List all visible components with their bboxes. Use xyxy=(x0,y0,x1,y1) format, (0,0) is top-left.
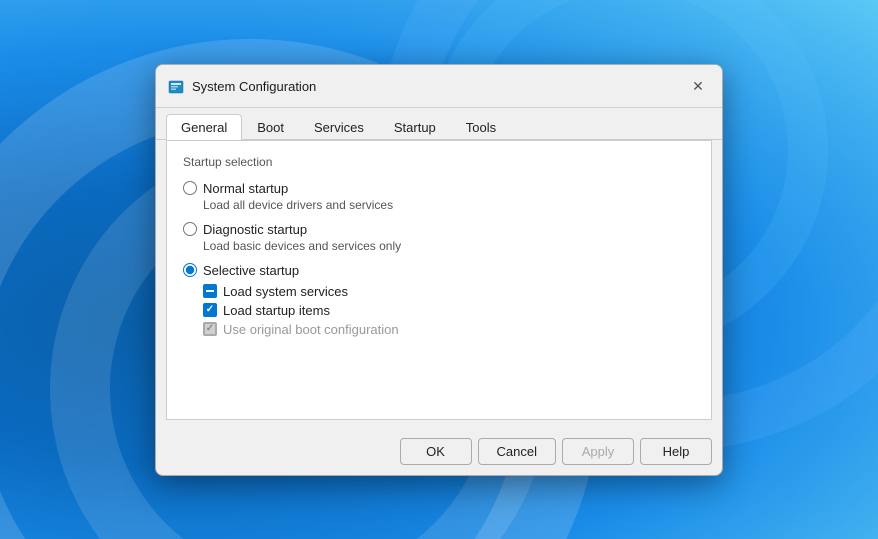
tab-startup[interactable]: Startup xyxy=(379,114,451,140)
help-button[interactable]: Help xyxy=(640,438,712,465)
dialog-icon xyxy=(168,79,184,95)
button-bar: OK Cancel Apply Help xyxy=(156,430,722,475)
load-startup-items-checkbox[interactable] xyxy=(203,303,217,317)
selective-children: Load system services Load startup items … xyxy=(203,284,695,337)
diagnostic-startup-radio[interactable] xyxy=(183,222,197,236)
close-button[interactable]: ✕ xyxy=(686,75,710,99)
titlebar-left: System Configuration xyxy=(168,79,316,95)
diagnostic-startup-row: Diagnostic startup xyxy=(183,222,695,237)
load-startup-items-row: Load startup items xyxy=(203,303,695,318)
dialog-overlay: System Configuration ✕ General Boot Serv… xyxy=(0,0,878,539)
use-original-boot-label: Use original boot configuration xyxy=(223,322,399,337)
selective-startup-row: Selective startup xyxy=(183,263,695,278)
load-system-services-label: Load system services xyxy=(223,284,348,299)
normal-startup-row: Normal startup xyxy=(183,181,695,196)
selective-startup-radio[interactable] xyxy=(183,263,197,277)
selective-startup-label: Selective startup xyxy=(203,263,299,278)
tab-bar: General Boot Services Startup Tools xyxy=(156,108,722,140)
use-original-boot-checkbox xyxy=(203,322,217,336)
load-startup-items-label: Load startup items xyxy=(223,303,330,318)
dialog-title: System Configuration xyxy=(192,79,316,94)
ok-button[interactable]: OK xyxy=(400,438,472,465)
use-original-boot-row: Use original boot configuration xyxy=(203,322,695,337)
normal-startup-option: Normal startup Load all device drivers a… xyxy=(183,181,695,212)
tab-general[interactable]: General xyxy=(166,114,242,140)
tab-tools[interactable]: Tools xyxy=(451,114,511,140)
cancel-button[interactable]: Cancel xyxy=(478,438,556,465)
system-configuration-dialog: System Configuration ✕ General Boot Serv… xyxy=(155,64,723,476)
normal-startup-label: Normal startup xyxy=(203,181,288,196)
diagnostic-startup-label: Diagnostic startup xyxy=(203,222,307,237)
normal-startup-desc: Load all device drivers and services xyxy=(203,198,695,212)
load-system-services-row: Load system services xyxy=(203,284,695,299)
tab-services[interactable]: Services xyxy=(299,114,379,140)
tab-content: Startup selection Normal startup Load al… xyxy=(166,140,712,420)
load-system-services-checkbox[interactable] xyxy=(203,284,217,298)
startup-selection-group: Normal startup Load all device drivers a… xyxy=(183,181,695,347)
diagnostic-startup-option: Diagnostic startup Load basic devices an… xyxy=(183,222,695,253)
tab-boot[interactable]: Boot xyxy=(242,114,299,140)
normal-startup-radio[interactable] xyxy=(183,181,197,195)
titlebar: System Configuration ✕ xyxy=(156,65,722,108)
selective-startup-option: Selective startup Load system services L… xyxy=(183,263,695,337)
diagnostic-startup-desc: Load basic devices and services only xyxy=(203,239,695,253)
apply-button[interactable]: Apply xyxy=(562,438,634,465)
section-label: Startup selection xyxy=(183,155,695,169)
